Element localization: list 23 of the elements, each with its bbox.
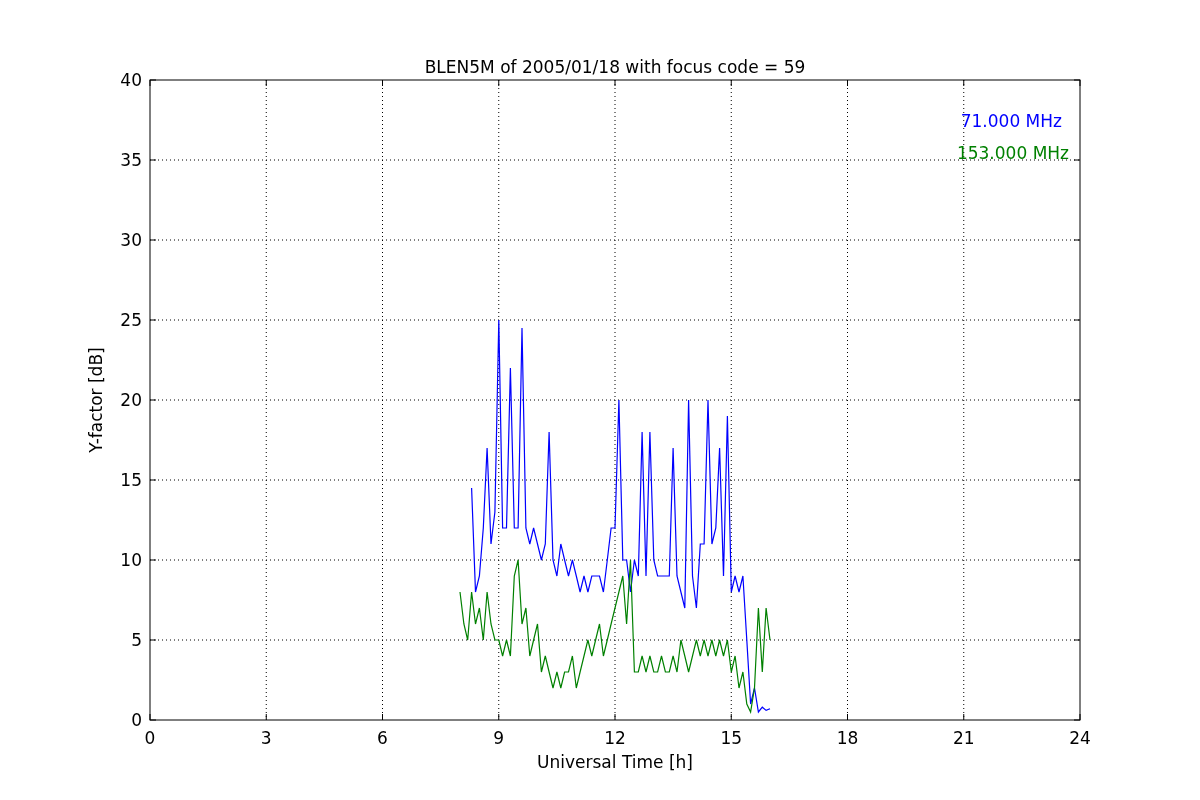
tick-label: 15 (120, 470, 142, 490)
tick-label: 10 (120, 550, 142, 570)
tick-label: 35 (120, 150, 142, 170)
legend-label: 153.000 MHz (956, 143, 1069, 163)
tick-label: 30 (120, 230, 142, 250)
tick-label: 5 (131, 630, 142, 650)
tick-label: 21 (952, 728, 975, 748)
tick-label: 12 (604, 728, 626, 748)
tick-label: 9 (493, 728, 505, 748)
axis-label: Universal Time [h] (537, 752, 693, 772)
tick-label: 6 (377, 728, 388, 748)
legend-label: 71.000 MHz (960, 111, 1062, 131)
chart-title: BLEN5M of 2005/01/18 with focus code = 59 (424, 57, 806, 77)
axis-label: Y-factor [dB] (86, 347, 106, 453)
tick-label: 18 (836, 728, 859, 748)
tick-label: 25 (120, 310, 142, 330)
tick-label: 3 (260, 728, 272, 748)
tick-label: 24 (1069, 728, 1091, 748)
tick-label: 20 (120, 390, 142, 410)
tick-label: 0 (144, 728, 156, 748)
tick-label: 15 (720, 728, 743, 748)
tick-label: 40 (120, 70, 142, 90)
tick-label: 0 (131, 710, 142, 730)
